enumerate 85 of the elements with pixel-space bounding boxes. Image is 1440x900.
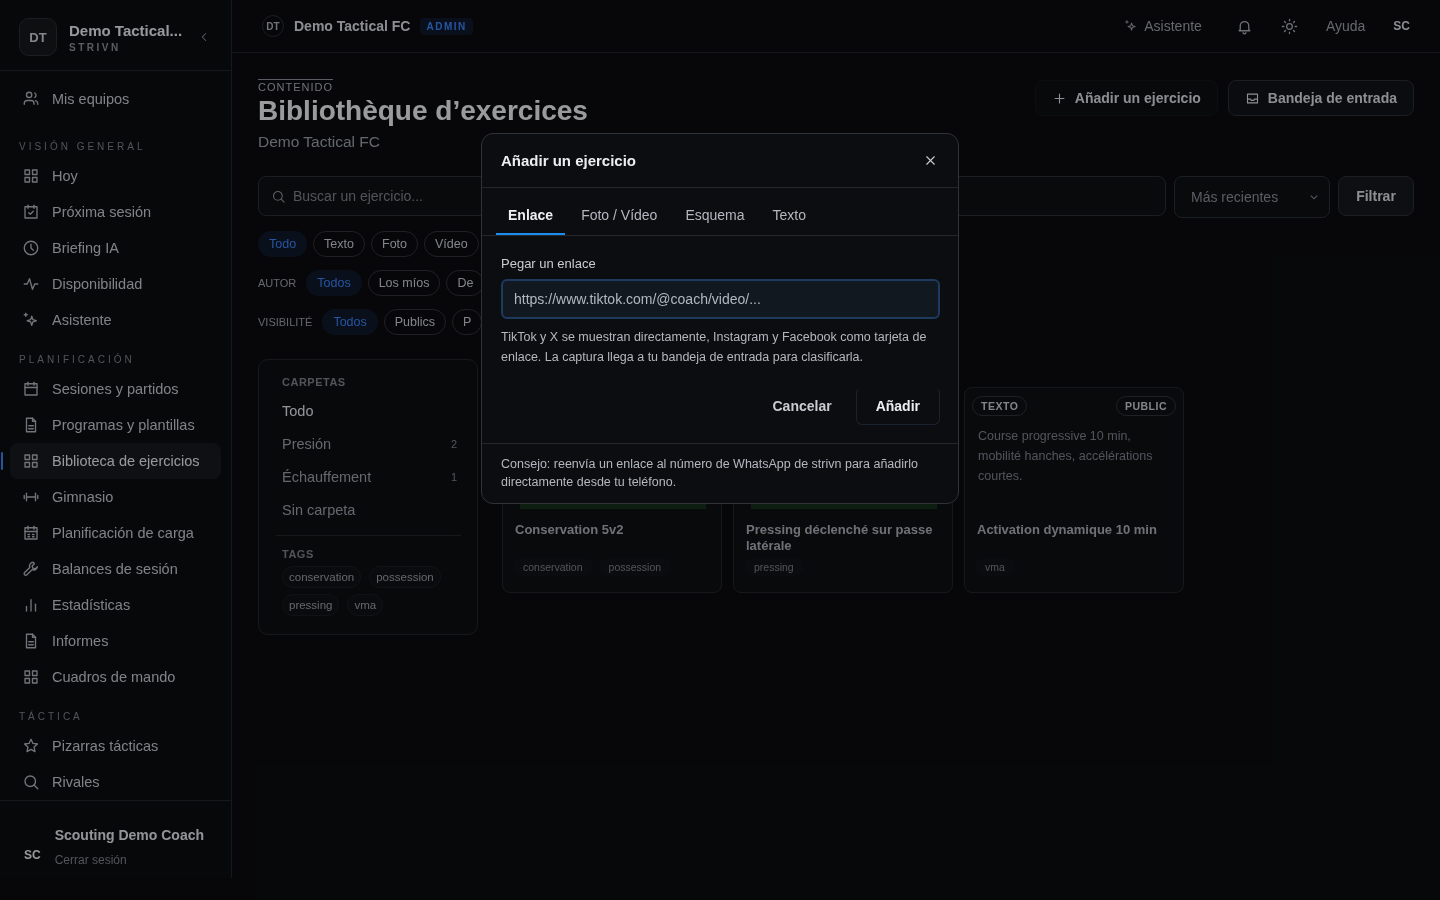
- page-subtitle: Demo Tactical FC: [258, 133, 381, 151]
- tag-chip[interactable]: conservation: [282, 566, 362, 588]
- inbox-button[interactable]: Bandeja de entrada: [1227, 80, 1414, 116]
- grid-icon: [22, 167, 40, 185]
- sort-dropdown[interactable]: Más recientes: [1174, 176, 1330, 218]
- nav-item[interactable]: Planificación de carga: [10, 515, 221, 551]
- folder-item[interactable]: Sin carpeta: [282, 493, 461, 526]
- filter-label: VISIBILITÉ: [258, 316, 313, 328]
- organization-name: STRIVN: [69, 41, 122, 53]
- section-heading: PLANIFICACIÓN: [18, 352, 136, 367]
- nav-item[interactable]: Asistente: [10, 302, 221, 338]
- inbox-icon: [1244, 90, 1260, 106]
- search-icon: [22, 773, 40, 791]
- nav-item[interactable]: Disponibilidad: [10, 266, 221, 302]
- add-button[interactable]: Añadir: [855, 387, 940, 425]
- card-title: Conservation 5v2: [515, 522, 625, 539]
- pulse-icon: [22, 275, 40, 293]
- grid-icon: [22, 668, 40, 686]
- nav-item[interactable]: Hoy: [10, 158, 221, 194]
- dialog-tab[interactable]: Texto: [760, 188, 819, 235]
- wrench-icon: [22, 560, 40, 578]
- page-title: Bibliothèque d’exercices: [258, 95, 588, 127]
- star-icon: [22, 737, 40, 755]
- role-badge: ADMIN: [420, 17, 473, 35]
- logout-link[interactable]: Cerrar sesión: [54, 852, 205, 867]
- dialog-tab[interactable]: Enlace: [496, 188, 566, 235]
- dialog-tab[interactable]: Esquema: [673, 188, 757, 235]
- team-name: Demo Tactical...: [69, 21, 184, 39]
- grid-icon: [22, 452, 40, 470]
- help-link[interactable]: Ayuda: [1325, 18, 1366, 34]
- card-title: Pressing déclenché sur passe latérale: [746, 522, 934, 554]
- nav-item[interactable]: Gimnasio: [10, 479, 221, 515]
- dialog-title: Añadir un ejercicio: [501, 152, 637, 169]
- section-heading: VISIÓN GENERAL: [18, 139, 147, 154]
- clock-icon: [22, 239, 40, 257]
- add-exercise-button[interactable]: Añadir un ejercicio: [1034, 80, 1218, 116]
- team-name: Demo Tactical FC: [294, 18, 411, 34]
- plus-icon: [1051, 90, 1067, 106]
- nav-item[interactable]: Balances de sesión: [10, 551, 221, 587]
- sun-icon[interactable]: [1280, 17, 1298, 35]
- calendar-icon: [22, 380, 40, 398]
- exercise-card[interactable]: TEXTO PUBLIC Course progressive 10 min, mobilité hanches, accélérations courtes. Activation dynamique 10 min vma: [964, 387, 1184, 593]
- nav-item[interactable]: Estadísticas: [10, 587, 221, 623]
- user-avatar[interactable]: SC: [1393, 19, 1410, 33]
- nav-item[interactable]: Informes: [10, 623, 221, 659]
- nav-item[interactable]: Briefing IA: [10, 230, 221, 266]
- filter-label: AUTOR: [258, 277, 297, 289]
- search-icon: [271, 189, 286, 204]
- filter-button[interactable]: Filtrar: [1338, 176, 1414, 216]
- user-avatar: SC: [24, 847, 41, 862]
- nav-item[interactable]: Programas y plantillas: [10, 407, 221, 443]
- nav-item[interactable]: Próxima sesión: [10, 194, 221, 230]
- folder-item[interactable]: Todo: [282, 394, 461, 427]
- field-label: Pegar un enlace: [501, 256, 597, 271]
- link-input-field[interactable]: https://www.tiktok.com/@coach/video/...: [501, 279, 940, 319]
- calendar-check-icon: [22, 203, 40, 221]
- panel-heading: CARPETAS: [282, 376, 347, 388]
- tag-chip[interactable]: vma: [347, 594, 384, 616]
- dialog-tab[interactable]: Foto / Vídeo: [569, 188, 670, 235]
- sparkle-icon: [22, 311, 40, 329]
- team-avatar: DT: [19, 18, 57, 56]
- nav-item[interactable]: Mis equipos: [10, 81, 221, 117]
- card-title: Activation dynamique 10 min: [977, 522, 1158, 539]
- tag-chip[interactable]: pressing: [282, 594, 340, 616]
- panel-heading: TAGS: [282, 548, 315, 560]
- cancel-button[interactable]: Cancelar: [754, 387, 850, 425]
- tip-text: Consejo: reenvía un enlace al número de WhatsApp de strivn para añadirlo directamente desde tu teléfono.: [501, 456, 919, 491]
- section-heading: TÁCTICA: [18, 709, 84, 724]
- nav-item[interactable]: Cuadros de mando: [10, 659, 221, 695]
- help-text: TikTok y X se muestran directamente, Instagram y Facebook como tarjeta de enlace. La captura llega a tu bandeja de entrada para clasificarla.: [501, 329, 928, 366]
- nav-item[interactable]: Pizarras tácticas: [10, 728, 221, 764]
- folder-item[interactable]: Échauffement 1: [282, 460, 461, 493]
- tag-chip[interactable]: possession: [369, 566, 441, 588]
- assistant-button[interactable]: Asistente: [1118, 17, 1208, 35]
- folder-item[interactable]: Presión 2: [282, 427, 461, 460]
- close-icon[interactable]: [923, 153, 938, 168]
- filter-chip[interactable]: Todos: [322, 309, 378, 335]
- calendar-icon: [22, 524, 40, 542]
- sparkle-icon: [1124, 19, 1139, 33]
- nav-item[interactable]: Sesiones y partidos: [10, 371, 221, 407]
- user-name: Scouting Demo Coach: [54, 826, 205, 843]
- eyebrow-label: CONTENIDO: [258, 79, 333, 93]
- users-icon: [22, 90, 40, 108]
- card-excerpt: Course progressive 10 min, mobilité hanches, accélérations courtes.: [978, 428, 1154, 485]
- nav-item[interactable]: Rivales: [10, 764, 221, 800]
